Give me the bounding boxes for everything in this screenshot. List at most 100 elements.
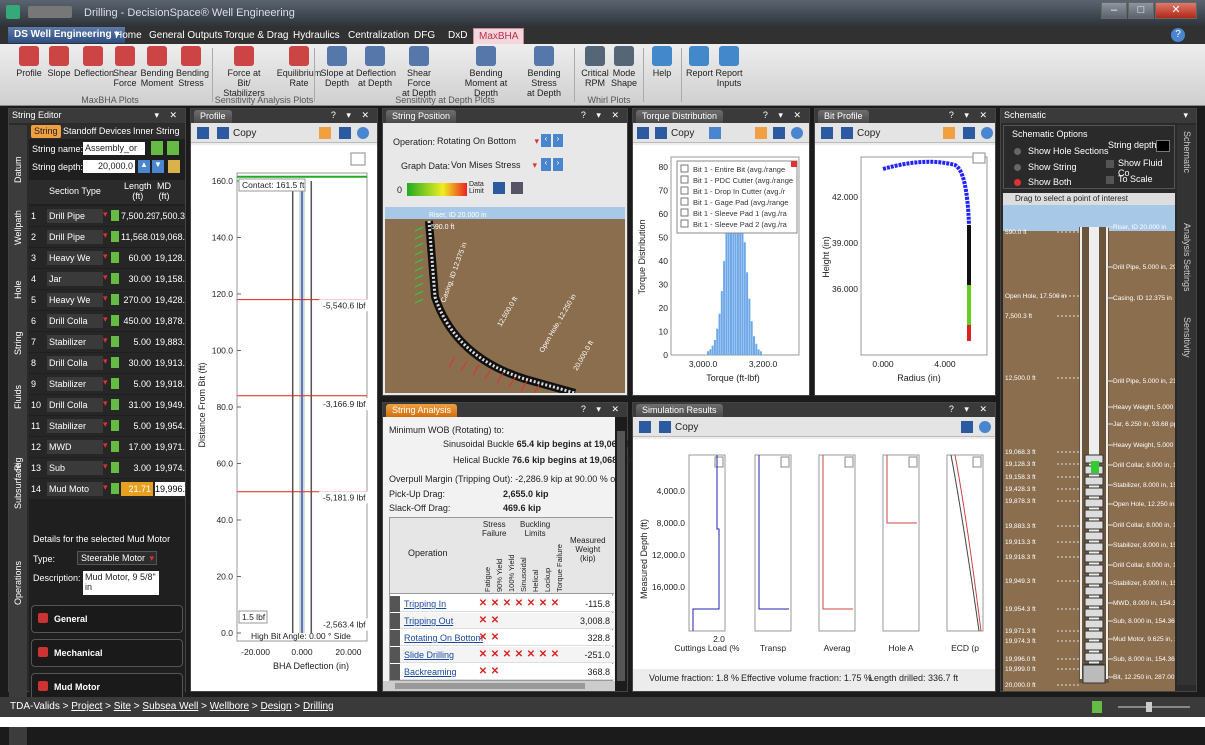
grid-icon[interactable]: [639, 421, 651, 433]
move-down-icon[interactable]: ▼: [152, 160, 164, 173]
breadcrumb-item[interactable]: TDA-Valids: [10, 701, 60, 712]
collapse-icon[interactable]: [38, 681, 48, 691]
ribbon-button-8[interactable]: Slope at Depth: [320, 46, 354, 88]
ribbon-button-5[interactable]: Bending Stress: [176, 46, 209, 88]
save-icon[interactable]: [511, 182, 523, 194]
close-legend-icon[interactable]: [791, 161, 797, 167]
table-row[interactable]: 12 MWD▾ 17.0019,971.3: [29, 437, 185, 457]
legend-toggle-icon[interactable]: [350, 152, 366, 166]
breadcrumb-item[interactable]: Site: [114, 701, 131, 712]
length-cell[interactable]: 5.00: [121, 335, 153, 349]
type-select[interactable]: Steerable Motor ▾: [77, 551, 157, 565]
length-cell[interactable]: 5.00: [121, 419, 153, 433]
legend-checkbox-icon[interactable]: [680, 208, 689, 217]
operation-select[interactable]: Rotating On Bottom ▾: [435, 134, 539, 148]
section-mechanical[interactable]: Mechanical: [31, 639, 183, 667]
breadcrumb-item[interactable]: Subsea Well: [142, 701, 198, 712]
length-cell[interactable]: 21.71: [121, 482, 153, 496]
panel-controls[interactable]: ? ▾ ✕: [331, 110, 373, 121]
section-type-select[interactable]: Stabilizer: [47, 377, 103, 391]
panel-controls[interactable]: ? ▾ ✕: [949, 110, 991, 121]
length-cell[interactable]: 17.00: [121, 440, 153, 454]
section-general[interactable]: General: [31, 605, 183, 633]
comment-icon[interactable]: [943, 127, 955, 139]
operation-link[interactable]: Tripping In: [404, 599, 446, 609]
length-cell[interactable]: 270.00: [121, 293, 153, 307]
tab-standoff-devices[interactable]: Standoff Devices: [63, 126, 131, 136]
legend-toggle-icon[interactable]: [780, 456, 790, 468]
show-hole-sections[interactable]: Show Hole Sections: [1028, 146, 1109, 156]
col-length[interactable]: Length (ft): [124, 181, 152, 201]
description-input[interactable]: Mud Motor, 9 5/8" in: [83, 571, 159, 595]
section-type-select[interactable]: Drill Pipe: [47, 230, 103, 244]
breadcrumb-item[interactable]: Design: [260, 701, 291, 712]
panel-tab[interactable]: Torque Distribution: [636, 110, 724, 123]
table-row[interactable]: 10 Drill Colla▾ 31.0019,949.3: [29, 395, 185, 415]
close-button[interactable]: ✕: [1155, 2, 1197, 19]
section-type-select[interactable]: Drill Colla: [47, 314, 103, 328]
table-row[interactable]: 9 Stabilizer▾ 5.0019,918.3: [29, 374, 185, 394]
ribbon-button-0[interactable]: Profile: [16, 46, 42, 78]
tab-home[interactable]: Home: [110, 28, 147, 44]
graph-data-select[interactable]: Von Mises Stress ▾: [449, 158, 537, 172]
table-row[interactable]: 2 Drill Pipe▾ 11,568.0019,068.3: [29, 227, 185, 247]
comment-icon[interactable]: [319, 127, 331, 139]
ribbon-button-7[interactable]: Equilibrium Rate: [276, 46, 322, 88]
tab-string[interactable]: String: [31, 125, 61, 138]
show-both[interactable]: Show Both: [1028, 177, 1072, 187]
legend-checkbox-icon[interactable]: [680, 164, 689, 173]
zoom-icon[interactable]: [773, 127, 785, 139]
side-tab-fluids[interactable]: Fluids: [10, 365, 26, 415]
collapse-icon[interactable]: [38, 613, 48, 623]
zoom-icon[interactable]: [963, 127, 975, 139]
side-tab-datum[interactable]: Datum: [10, 139, 26, 189]
section-type-select[interactable]: Heavy We: [47, 293, 103, 307]
tab-inner-string[interactable]: Inner String: [133, 126, 180, 136]
ribbon-button-14[interactable]: Mode Shape: [610, 46, 638, 88]
app-menu-button[interactable]: DS Well Engineering ▾: [8, 27, 126, 43]
table-row[interactable]: 6 Drill Colla▾ 450.0019,878.3: [29, 311, 185, 331]
table-row[interactable]: Slide Drilling ✕ ✕ ✕ ✕ ✕ ✕ ✕ -251.0: [390, 647, 614, 663]
section-type-select[interactable]: Stabilizer: [47, 419, 103, 433]
ribbon-button-2[interactable]: Deflection: [74, 46, 114, 78]
ribbon-button-12[interactable]: Bending Stress at Depth: [514, 46, 574, 98]
panel-controls[interactable]: ▾: [1183, 110, 1192, 121]
legend-toggle-icon[interactable]: [972, 456, 982, 468]
section-type-select[interactable]: Drill Colla: [47, 356, 103, 370]
legend-checkbox-icon[interactable]: [680, 175, 689, 184]
copy-button[interactable]: Copy: [675, 422, 698, 433]
length-cell[interactable]: 3.00: [121, 461, 153, 475]
info-icon[interactable]: [979, 421, 991, 433]
grid-icon[interactable]: [637, 127, 649, 139]
help-icon[interactable]: ?: [1171, 28, 1185, 42]
breadcrumb-item[interactable]: Drilling: [303, 701, 334, 712]
row-selector[interactable]: [390, 630, 400, 646]
section-type-select[interactable]: Mud Moto: [47, 482, 103, 496]
panel-tab[interactable]: String Analysis: [386, 404, 458, 417]
section-type-select[interactable]: Sub: [47, 461, 103, 475]
operation-link[interactable]: Slide Drilling: [404, 650, 454, 660]
checkbox-icon[interactable]: [1106, 160, 1114, 168]
length-cell[interactable]: 450.00: [121, 314, 153, 328]
legend-toggle-icon[interactable]: [972, 152, 986, 164]
length-cell[interactable]: 30.00: [121, 356, 153, 370]
operation-link[interactable]: Backreaming: [404, 667, 457, 677]
tab-centralization[interactable]: Centralization: [343, 28, 414, 44]
side-tab-schematic[interactable]: Schematic: [1178, 129, 1195, 215]
side-tab-string[interactable]: String: [10, 311, 26, 361]
radio-icon[interactable]: [1014, 148, 1021, 155]
table-row[interactable]: Tripping Out ✕ ✕ 3,008.8: [390, 613, 614, 629]
copy-button[interactable]: Copy: [671, 128, 694, 139]
export-icon[interactable]: [151, 141, 163, 155]
length-cell[interactable]: 60.00: [121, 251, 153, 265]
string-depth-input[interactable]: 20,000.0: [83, 160, 135, 173]
tab-torque-drag[interactable]: Torque & Drag: [219, 28, 293, 44]
row-selector[interactable]: [390, 613, 400, 629]
zoom-icon[interactable]: [493, 182, 505, 194]
length-cell[interactable]: 30.00: [121, 272, 153, 286]
ribbon-button-17[interactable]: Report Inputs: [714, 46, 744, 88]
table-row[interactable]: 3 Heavy We▾ 60.0019,128.3: [29, 248, 185, 268]
info-icon[interactable]: [981, 127, 993, 139]
tab-dfg[interactable]: DFG: [409, 28, 440, 44]
length-cell[interactable]: 7,500.29: [121, 209, 156, 223]
